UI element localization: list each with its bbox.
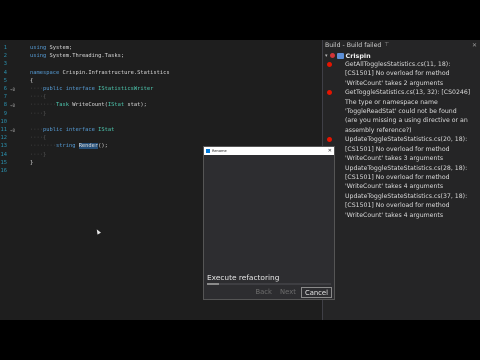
code-token: IStatisticsWriter — [98, 86, 154, 92]
code-token: ···· — [30, 127, 43, 133]
code-token: IStat — [98, 127, 115, 133]
error-badge-icon — [329, 53, 335, 58]
error-icon — [327, 62, 332, 67]
code-token: { — [30, 77, 34, 84]
code-token: ····} — [30, 151, 47, 158]
rename-dialog: Rename ✕ Execute refactoring Back Next C… — [203, 146, 335, 300]
code-token: System.Threading.Tasks; — [49, 53, 125, 60]
cancel-button[interactable]: Cancel — [300, 287, 332, 298]
dialog-button-row: Back Next Cancel — [252, 287, 332, 298]
code-token: System; — [49, 45, 73, 51]
ide-window: 1 using System; 2 using System.Threading.Ta… — [0, 40, 480, 320]
code-token: (); — [98, 143, 108, 150]
panel-title: Build - Build failed — [325, 41, 382, 49]
code-token: string — [55, 143, 79, 150]
close-icon[interactable]: ✕ — [328, 148, 332, 154]
close-icon[interactable]: ✕ — [472, 42, 477, 49]
dialog-titlebar: Rename ✕ — [204, 147, 334, 155]
code-token: public interface — [42, 86, 99, 92]
error-icon — [327, 137, 332, 143]
project-name: Crispin — [345, 51, 371, 60]
code-token: Crispin.Infrastructure.Statistics — [62, 69, 170, 76]
code-token: using — [30, 45, 50, 51]
line-number: 16 — [0, 168, 8, 174]
code-token: ····{ — [30, 135, 47, 142]
error-icon — [327, 90, 332, 96]
build-error-text: GetToggleStatistics.cs(13, 32): [CS0246]… — [345, 89, 471, 134]
code-token: namespace — [30, 69, 63, 76]
project-icon — [336, 52, 344, 59]
code-token: ····{ — [30, 94, 47, 101]
build-panel: Build - Build failed ⊤ ✕ ▾ Crispin GetAl… — [322, 40, 480, 320]
build-results-tree: ▾ Crispin GetAllTogglesStatistics.cs(11,… — [323, 50, 480, 320]
collapse-icon[interactable]: ▾ — [325, 53, 328, 59]
code-token: ········ — [30, 102, 56, 109]
progress-bar — [207, 283, 331, 285]
code-token: ····} — [30, 110, 47, 117]
selected-identifier: Render — [78, 143, 99, 150]
code-token: } — [30, 159, 34, 166]
code-token: ···· — [30, 86, 43, 92]
pin-icon[interactable]: ⊤ — [384, 42, 389, 48]
code-token: ········ — [30, 143, 56, 150]
app-icon — [206, 149, 210, 153]
code-token: Task — [55, 102, 69, 109]
code-token: public interface — [42, 127, 99, 133]
dialog-status-text: Execute refactoring — [207, 273, 280, 282]
code-token: stat); — [124, 102, 147, 109]
build-panel-header: Build - Build failed ⊤ ✕ — [323, 40, 480, 50]
build-error-text: GetAllTogglesStatistics.cs(11, 18): [CS1… — [345, 61, 451, 87]
next-button[interactable]: Next — [277, 287, 299, 298]
code-token: using — [30, 53, 50, 60]
back-button[interactable]: Back — [252, 287, 275, 298]
code-token: IStat — [107, 102, 125, 109]
progress-fill — [207, 283, 220, 285]
build-error-text: UpdateToggleStateStatistics.cs(20, 18): … — [345, 136, 468, 162]
code-token: WriteCount( — [68, 102, 108, 109]
build-error-text: UpdateToggleStateStatistics.cs(37, 18): … — [345, 193, 468, 219]
build-error-text: UpdateToggleStateStatistics.cs(28, 18): … — [345, 164, 468, 191]
tree-project-node[interactable]: ▾ Crispin — [325, 51, 371, 60]
dialog-title: Rename — [212, 149, 227, 153]
